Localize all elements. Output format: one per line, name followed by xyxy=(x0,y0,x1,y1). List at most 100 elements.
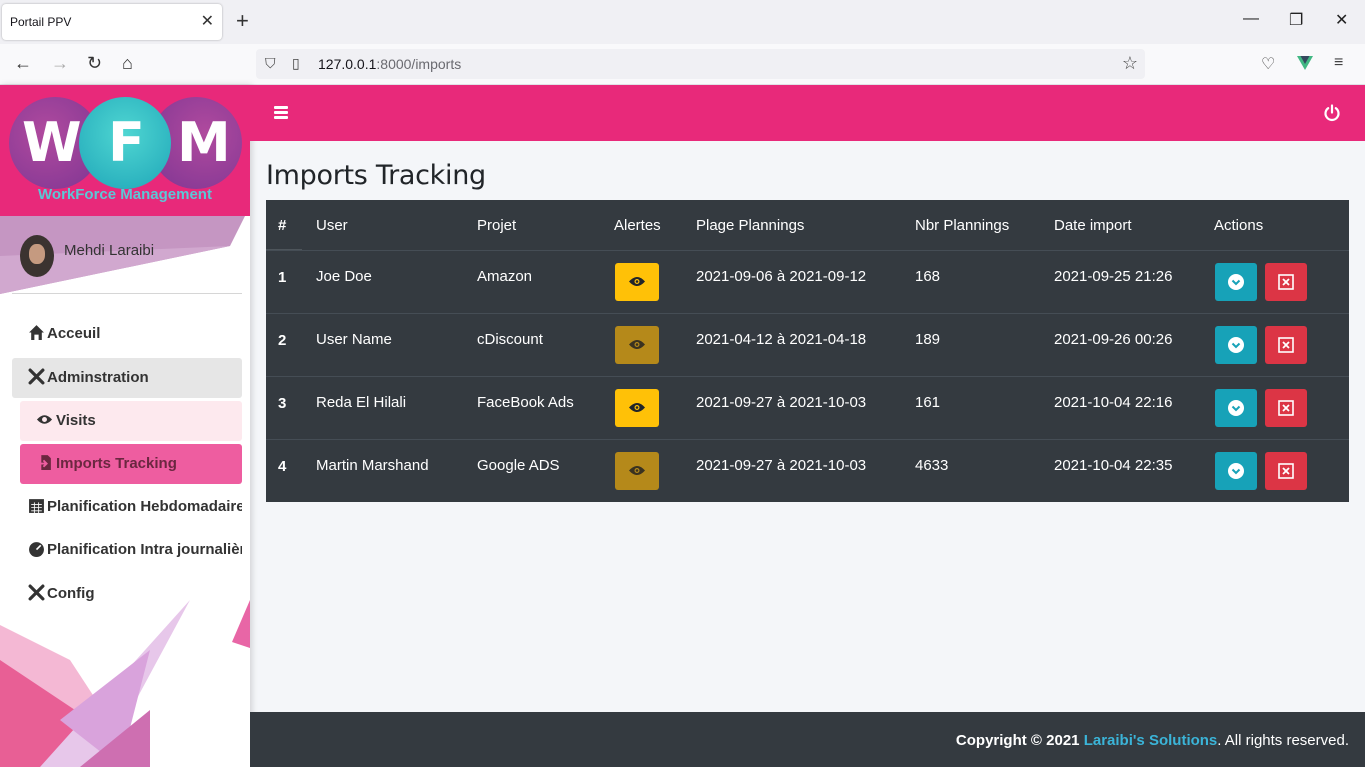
sidebar-item-label: Adminstration xyxy=(47,369,149,386)
details-button[interactable] xyxy=(1215,263,1257,301)
url-text[interactable]: 127.0.0.1:8000/imports xyxy=(318,56,461,72)
footer: Copyright © 2021 Laraibi's Solutions. Al… xyxy=(250,712,1365,767)
brand-logo[interactable]: W F M WorkForce Management xyxy=(0,85,250,216)
cell-user: User Name xyxy=(316,331,392,348)
tab-title: Portail PPV xyxy=(10,15,72,29)
sidebar-item-label: Imports Tracking xyxy=(56,455,177,472)
column-header-plage: Plage Plannings xyxy=(696,217,805,234)
cell-num: 3 xyxy=(278,395,287,412)
cell-num: 1 xyxy=(278,269,287,286)
footer-prefix: Copyright © 2021 xyxy=(955,732,1080,749)
gauge-icon xyxy=(29,542,44,557)
sidebar-item-visits[interactable]: Visits xyxy=(20,401,242,441)
cell-plage: 2021-09-06 à 2021-09-12 xyxy=(696,268,867,285)
close-square-icon xyxy=(1278,274,1294,290)
sidebar-item-planification-hebdomadaire[interactable]: Planification Hebdomadaire xyxy=(12,487,242,527)
chevron-down-circle-icon xyxy=(1228,337,1244,353)
details-button[interactable] xyxy=(1215,326,1257,364)
alert-view-button[interactable] xyxy=(615,326,659,364)
star-icon[interactable]: ☆ xyxy=(1122,53,1138,74)
delete-button[interactable] xyxy=(1265,389,1307,427)
calendar-icon xyxy=(29,499,44,513)
eye-icon xyxy=(629,340,645,349)
sidebar-item-label: Visits xyxy=(56,412,96,429)
cell-projet: FaceBook Ads xyxy=(477,394,574,411)
column-header-actions: Actions xyxy=(1214,217,1264,234)
footer-copyright: Copyright © 2021 Laraibi's Solutions. Al… xyxy=(956,732,1349,749)
browser-navbar: ← → ↻ ⌂ ⛉ ▯ 127.0.0.1:8000/imports ☆ ♡ ≡ xyxy=(0,44,1365,85)
reload-icon[interactable]: ↻ xyxy=(87,53,102,73)
cell-plage: 2021-09-27 à 2021-10-03 xyxy=(696,394,867,411)
column-header-num: # xyxy=(278,217,287,234)
cell-date: 2021-09-25 21:26 xyxy=(1054,268,1173,285)
user-name: Mehdi Laraibi xyxy=(64,242,155,259)
cell-nbr: 161 xyxy=(915,394,941,411)
cell-plage: 2021-09-27 à 2021-10-03 xyxy=(696,457,867,474)
back-arrow-icon[interactable]: ← xyxy=(14,53,32,73)
alert-view-button[interactable] xyxy=(615,263,659,301)
cell-user: Joe Doe xyxy=(316,268,372,285)
user-panel[interactable]: Mehdi Laraibi xyxy=(0,216,250,294)
window-close-icon[interactable]: ✕ xyxy=(1335,10,1348,30)
table-row: 3 Reda El Hilali FaceBook Ads 2021-09-27… xyxy=(266,376,1349,439)
page-title: Imports Tracking xyxy=(266,160,486,191)
footer-company-link[interactable]: Laraibi's Solutions xyxy=(1084,732,1218,749)
avatar xyxy=(20,235,54,277)
delete-button[interactable] xyxy=(1265,452,1307,490)
alert-view-button[interactable] xyxy=(615,452,659,490)
url-bar[interactable]: ⛉ ▯ 127.0.0.1:8000/imports ☆ xyxy=(256,49,1145,79)
column-header-user: User xyxy=(316,217,348,234)
close-square-icon xyxy=(1278,337,1294,353)
eye-icon xyxy=(36,415,53,424)
browser-tab[interactable]: Portail PPV ✕ xyxy=(2,4,222,40)
close-icon[interactable]: ✕ xyxy=(201,11,214,31)
home-icon[interactable]: ⌂ xyxy=(122,53,133,73)
eye-icon xyxy=(629,403,645,412)
hamburger-icon[interactable] xyxy=(274,106,290,120)
column-header-date: Date import xyxy=(1054,217,1132,234)
minimize-icon[interactable]: — xyxy=(1243,10,1259,28)
cell-nbr: 4633 xyxy=(915,457,949,474)
menu-icon[interactable]: ≡ xyxy=(1334,54,1343,72)
cell-date: 2021-10-04 22:16 xyxy=(1054,394,1173,411)
eye-icon xyxy=(629,466,645,475)
cell-projet: Google ADS xyxy=(477,457,560,474)
footer-suffix: . All rights reserved. xyxy=(1217,732,1349,749)
delete-button[interactable] xyxy=(1265,326,1307,364)
cell-projet: cDiscount xyxy=(477,331,543,348)
cell-plage: 2021-04-12 à 2021-04-18 xyxy=(696,331,867,348)
cell-projet: Amazon xyxy=(477,268,533,285)
chevron-down-circle-icon xyxy=(1228,400,1244,416)
sidebar-item-label: Acceuil xyxy=(47,325,101,342)
sidebar-item-planification-intra[interactable]: Planification Intra journalière xyxy=(12,530,242,570)
sidebar-item-label: Planification Hebdomadaire xyxy=(47,498,242,515)
sidebar-item-imports-tracking[interactable]: Imports Tracking xyxy=(20,444,242,484)
imports-table: # User Projet Alertes Plage Plannings Nb… xyxy=(266,200,1349,502)
brand-subtitle: WorkForce Management xyxy=(38,186,212,203)
power-icon[interactable] xyxy=(1323,104,1341,122)
cell-date: 2021-10-04 22:35 xyxy=(1054,457,1173,474)
tools-icon xyxy=(28,368,45,385)
column-header-alertes: Alertes xyxy=(614,217,661,234)
cell-date: 2021-09-26 00:26 xyxy=(1054,331,1173,348)
cell-num: 2 xyxy=(278,332,287,349)
delete-button[interactable] xyxy=(1265,263,1307,301)
logo-letter-m: M xyxy=(177,111,231,174)
sidebar-item-adminstration[interactable]: Adminstration xyxy=(12,358,242,398)
plus-icon[interactable]: + xyxy=(236,8,249,34)
table-row: 2 User Name cDiscount 2021-04-12 à 2021-… xyxy=(266,313,1349,376)
details-button[interactable] xyxy=(1215,389,1257,427)
shield-icon[interactable]: ⛉ xyxy=(265,55,276,72)
forward-arrow-icon[interactable]: → xyxy=(51,53,69,73)
pocket-icon[interactable]: ♡ xyxy=(1261,54,1275,74)
vue-devtools-icon[interactable] xyxy=(1297,56,1313,70)
tools-icon xyxy=(28,584,45,601)
column-header-nbr: Nbr Plannings xyxy=(915,217,1010,234)
chevron-down-circle-icon xyxy=(1228,274,1244,290)
column-header-projet: Projet xyxy=(477,217,517,234)
sidebar-item-acceuil[interactable]: Acceuil xyxy=(12,314,242,354)
details-button[interactable] xyxy=(1215,452,1257,490)
alert-view-button[interactable] xyxy=(615,389,659,427)
browser-tabbar: Portail PPV ✕ + — ❐ ✕ xyxy=(0,0,1365,44)
restore-icon[interactable]: ❐ xyxy=(1289,10,1303,30)
